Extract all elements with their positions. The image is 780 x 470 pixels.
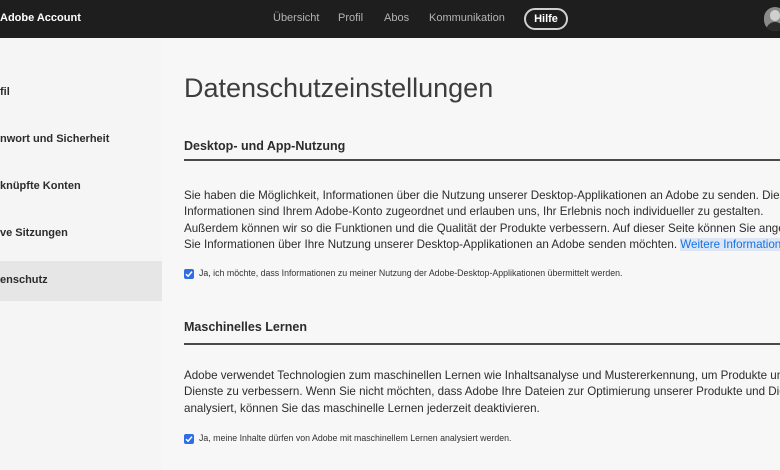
checkmark-icon xyxy=(185,436,193,443)
text-line: Informationen sind Ihrem Adobe-Konto zug… xyxy=(184,205,764,219)
text-line-with-link: Sie Informationen über Ihre Nutzung unse… xyxy=(184,237,780,253)
text-line: Dienste zu verbessern. Wenn Sie nicht mö… xyxy=(184,385,780,399)
avatar-body xyxy=(766,22,780,31)
sidebar-item-label: nwort und Sicherheit xyxy=(0,133,110,145)
more-info-link[interactable]: Weitere Informationen xyxy=(680,237,780,251)
help-button[interactable]: Hilfe xyxy=(524,8,568,30)
nav-kommunikation[interactable]: Kommunikation xyxy=(429,12,505,24)
sidebar-item-verknuepfte-konten[interactable]: knüpfte Konten xyxy=(0,167,162,207)
sidebar: fil nwort und Sicherheit knüpfte Konten … xyxy=(0,38,162,470)
nav-abos[interactable]: Abos xyxy=(384,12,409,24)
machine-learning-consent-label: Ja, meine Inhalte dürfen von Adobe mit m… xyxy=(199,433,512,443)
desktop-usage-consent-checkbox[interactable] xyxy=(184,269,194,279)
section-heading-machine-learning: Maschinelles Lernen xyxy=(184,320,307,334)
sidebar-item-datenschutz[interactable]: enschutz xyxy=(0,261,162,301)
page-title: Datenschutzeinstellungen xyxy=(184,73,494,103)
avatar-icon[interactable] xyxy=(764,7,780,31)
text-line: Außerdem können wir so die Funktionen un… xyxy=(184,221,780,235)
nav-profil[interactable]: Profil xyxy=(338,12,363,24)
top-bar: Adobe Account Übersicht Profil Abos Komm… xyxy=(0,0,780,38)
desktop-usage-consent-label: Ja, ich möchte, dass Informationen zu me… xyxy=(199,268,623,278)
nav-uebersicht[interactable]: Übersicht xyxy=(273,12,319,24)
section-divider xyxy=(184,159,780,161)
brand-logo-text[interactable]: Adobe Account xyxy=(0,12,81,24)
section-heading-desktop-app: Desktop- und App-Nutzung xyxy=(184,139,346,153)
text-segment: Sie Informationen über Ihre Nutzung unse… xyxy=(184,237,678,251)
text-line: Sie haben die Möglichkeit, Informationen… xyxy=(184,189,780,202)
machine-learning-consent-checkbox[interactable] xyxy=(184,434,194,444)
sidebar-item-label: enschutz xyxy=(0,274,48,286)
section-description-machine-learning: Adobe verwendet Technologien zum maschin… xyxy=(184,368,780,417)
sidebar-item-label: fil xyxy=(0,86,10,98)
text-line: Adobe verwendet Technologien zum maschin… xyxy=(184,369,780,382)
text-line: analysiert, können Sie das maschinelle L… xyxy=(184,401,540,415)
sidebar-item-label: knüpfte Konten xyxy=(0,180,81,192)
sidebar-item-passwort-sicherheit[interactable]: nwort und Sicherheit xyxy=(0,120,162,160)
main-content: Datenschutzeinstellungen Desktop- und Ap… xyxy=(162,38,780,470)
sidebar-item-label: ve Sitzungen xyxy=(0,227,68,239)
sidebar-item-profil[interactable]: fil xyxy=(0,73,162,113)
section-description-desktop-app: Sie haben die Möglichkeit, Informationen… xyxy=(184,188,780,253)
avatar-head xyxy=(770,10,780,21)
section-divider xyxy=(184,343,780,345)
sidebar-item-aktive-sitzungen[interactable]: ve Sitzungen xyxy=(0,214,162,254)
checkmark-icon xyxy=(185,271,193,278)
